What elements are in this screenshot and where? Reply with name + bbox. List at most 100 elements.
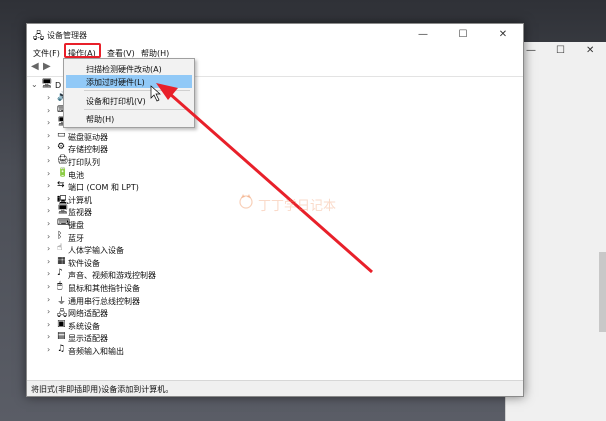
menu-separator [84,90,190,91]
expand-chevron-icon[interactable]: › [47,181,50,190]
storage-icon: ⚙ [57,142,66,153]
expand-chevron-icon[interactable]: › [47,244,50,253]
tree-category-label: 蓝牙 [68,233,84,243]
expand-chevron-icon[interactable]: › [47,295,50,304]
display-icon: ▤ [57,331,66,342]
action-menu-dropdown: 扫描检测硬件改动(A) 添加过时硬件(L) 设备和打印机(V) 帮助(H) [63,58,195,128]
tree-category-label: 键盘 [68,221,84,230]
bg-close-button[interactable]: ✕ [586,45,594,56]
usb-icon: ⏚ [57,296,67,307]
tree-root-label: D [55,81,62,90]
port-icon: ⇆ [57,180,65,191]
audio-io-icon: ♫ [57,344,66,354]
tree-category-label: 计算机 [68,195,92,205]
tree-category-item[interactable]: › ᛒ 蓝牙 [27,231,327,244]
tree-category-item[interactable]: › 🖱 鼠标和其他指针设备 [27,281,327,294]
menu-item-label: 设备和打印机(V) [86,97,146,106]
watermark-text: 丁丁学日记本 [258,199,337,214]
bg-maximize-button[interactable]: ☐ [556,45,565,56]
expand-chevron-icon[interactable]: › [47,282,50,291]
tree-category-label: 电池 [68,170,84,180]
menu-item-label: 帮助(H) [86,115,115,124]
close-button[interactable]: ✕ [483,24,523,45]
menu-item-devices-printers[interactable]: 设备和打印机(V) [66,94,192,107]
status-bar: 将旧式(非即插即用)设备添加到计算机。 [27,380,523,396]
menu-item-scan-hardware[interactable]: 扫描检测硬件改动(A) [66,62,192,75]
tree-category-item[interactable]: › ▣ 系统设备 [27,319,327,332]
expand-chevron-icon[interactable]: › [47,156,50,165]
expand-chevron-icon[interactable]: › [47,106,50,115]
window-title: 设备管理器 [47,31,87,40]
expand-chevron-icon[interactable]: › [47,257,50,266]
expand-chevron-icon[interactable]: › [47,269,50,278]
tree-category-label: 鼠标和其他指针设备 [68,284,140,293]
expand-chevron-icon[interactable]: › [47,307,50,316]
tree-category-label: 监视器 [68,208,92,218]
expand-chevron-icon[interactable]: › [47,93,50,102]
tree-category-label: 磁盘驱动器 [68,132,108,142]
tree-category-item[interactable]: › ⚙ 存储控制器 [27,142,327,155]
bg-minimize-button[interactable]: — [526,45,536,56]
tree-category-item[interactable]: › ▦ 软件设备 [27,256,327,269]
expand-chevron-icon[interactable]: › [47,118,50,127]
expand-chevron-icon[interactable]: › [47,131,50,140]
expand-chevron-icon[interactable]: › [47,143,50,152]
expand-chevron-icon[interactable]: › [47,332,50,341]
mouse-icon: 🖱 [57,281,63,291]
expand-chevron-icon[interactable]: › [47,345,50,354]
tree-category-label: 声音、视频和游戏控制器 [68,271,156,281]
hid-icon: ☝ [57,243,63,254]
expand-chevron-icon[interactable]: › [47,219,50,228]
tree-category-item[interactable]: › ▭ 磁盘驱动器 [27,130,327,143]
monitor-icon: 🖥 [57,205,69,216]
title-bar[interactable]: 🖧 设备管理器 — ☐ ✕ [27,24,523,45]
sound-icon: ♪ [57,268,63,279]
device-manager-icon: 🖧 [33,31,45,42]
expand-chevron-icon[interactable]: › [47,206,50,215]
system-icon: ▣ [57,318,66,329]
back-arrow-icon[interactable]: ◀ [31,61,39,72]
tree-category-item[interactable]: › ♪ 声音、视频和游戏控制器 [27,268,327,281]
tree-category-label: 人体学输入设备 [68,246,124,256]
menu-separator [84,109,190,110]
status-text: 将旧式(非即插即用)设备添加到计算机。 [31,385,174,394]
expand-chevron-icon[interactable]: › [47,169,50,178]
tree-category-item[interactable]: › 🖧 网络适配器 [27,306,327,319]
tree-category-label: 显示适配器 [68,334,108,344]
tree-category-item[interactable]: › ☝ 人体学输入设备 [27,243,327,256]
tree-category-label: 系统设备 [68,321,100,331]
watermark-logo-icon [239,194,253,209]
expand-chevron-icon[interactable]: › [47,320,50,329]
annotation-highlight-box [64,43,101,58]
tree-category-item[interactable]: › ⏚ 通用串行总线控制器 [27,294,327,307]
tree-category-item[interactable]: › ♫ 音频输入和输出 [27,344,327,357]
tree-category-label: 音频输入和输出 [68,347,124,356]
forward-arrow-icon[interactable]: ▶ [43,61,51,72]
menu-item-add-legacy-hardware[interactable]: 添加过时硬件(L) [66,75,192,88]
menu-file[interactable]: 文件(F) [33,48,60,59]
tree-category-label: 打印队列 [68,158,100,167]
tree-category-item[interactable]: › ▤ 显示适配器 [27,331,327,344]
expand-chevron-icon[interactable]: › [47,232,50,241]
tree-category-item[interactable]: › ⇆ 端口 (COM 和 LPT) [27,180,327,193]
collapse-chevron-icon[interactable]: ⌄ [31,80,38,89]
menu-item-label: 添加过时硬件(L) [86,78,145,87]
tree-category-label: 端口 (COM 和 LPT) [68,183,139,193]
computer-icon: 🖥 [41,79,53,89]
printer-icon: 🖨 [57,155,69,165]
tree-category-label: 网络适配器 [68,309,108,319]
tree-category-label: 通用串行总线控制器 [68,296,140,306]
menu-item-label: 扫描检测硬件改动(A) [86,65,162,74]
tree-category-label: 软件设备 [68,258,100,268]
tree-category-label: 存储控制器 [68,145,108,155]
tree-category-item[interactable]: › 🔋 电池 [27,168,327,181]
tree-category-item[interactable]: › ⌨ 键盘 [27,218,327,231]
expand-chevron-icon[interactable]: › [47,194,50,203]
minimize-button[interactable]: — [403,24,443,45]
tree-category-item[interactable]: › 🖨 打印队列 [27,155,327,168]
menu-item-help[interactable]: 帮助(H) [66,112,192,125]
disk-icon: ▭ [57,129,66,140]
maximize-button[interactable]: ☐ [443,24,483,45]
bg-scrollbar[interactable] [599,252,606,332]
battery-icon: 🔋 [57,167,69,178]
